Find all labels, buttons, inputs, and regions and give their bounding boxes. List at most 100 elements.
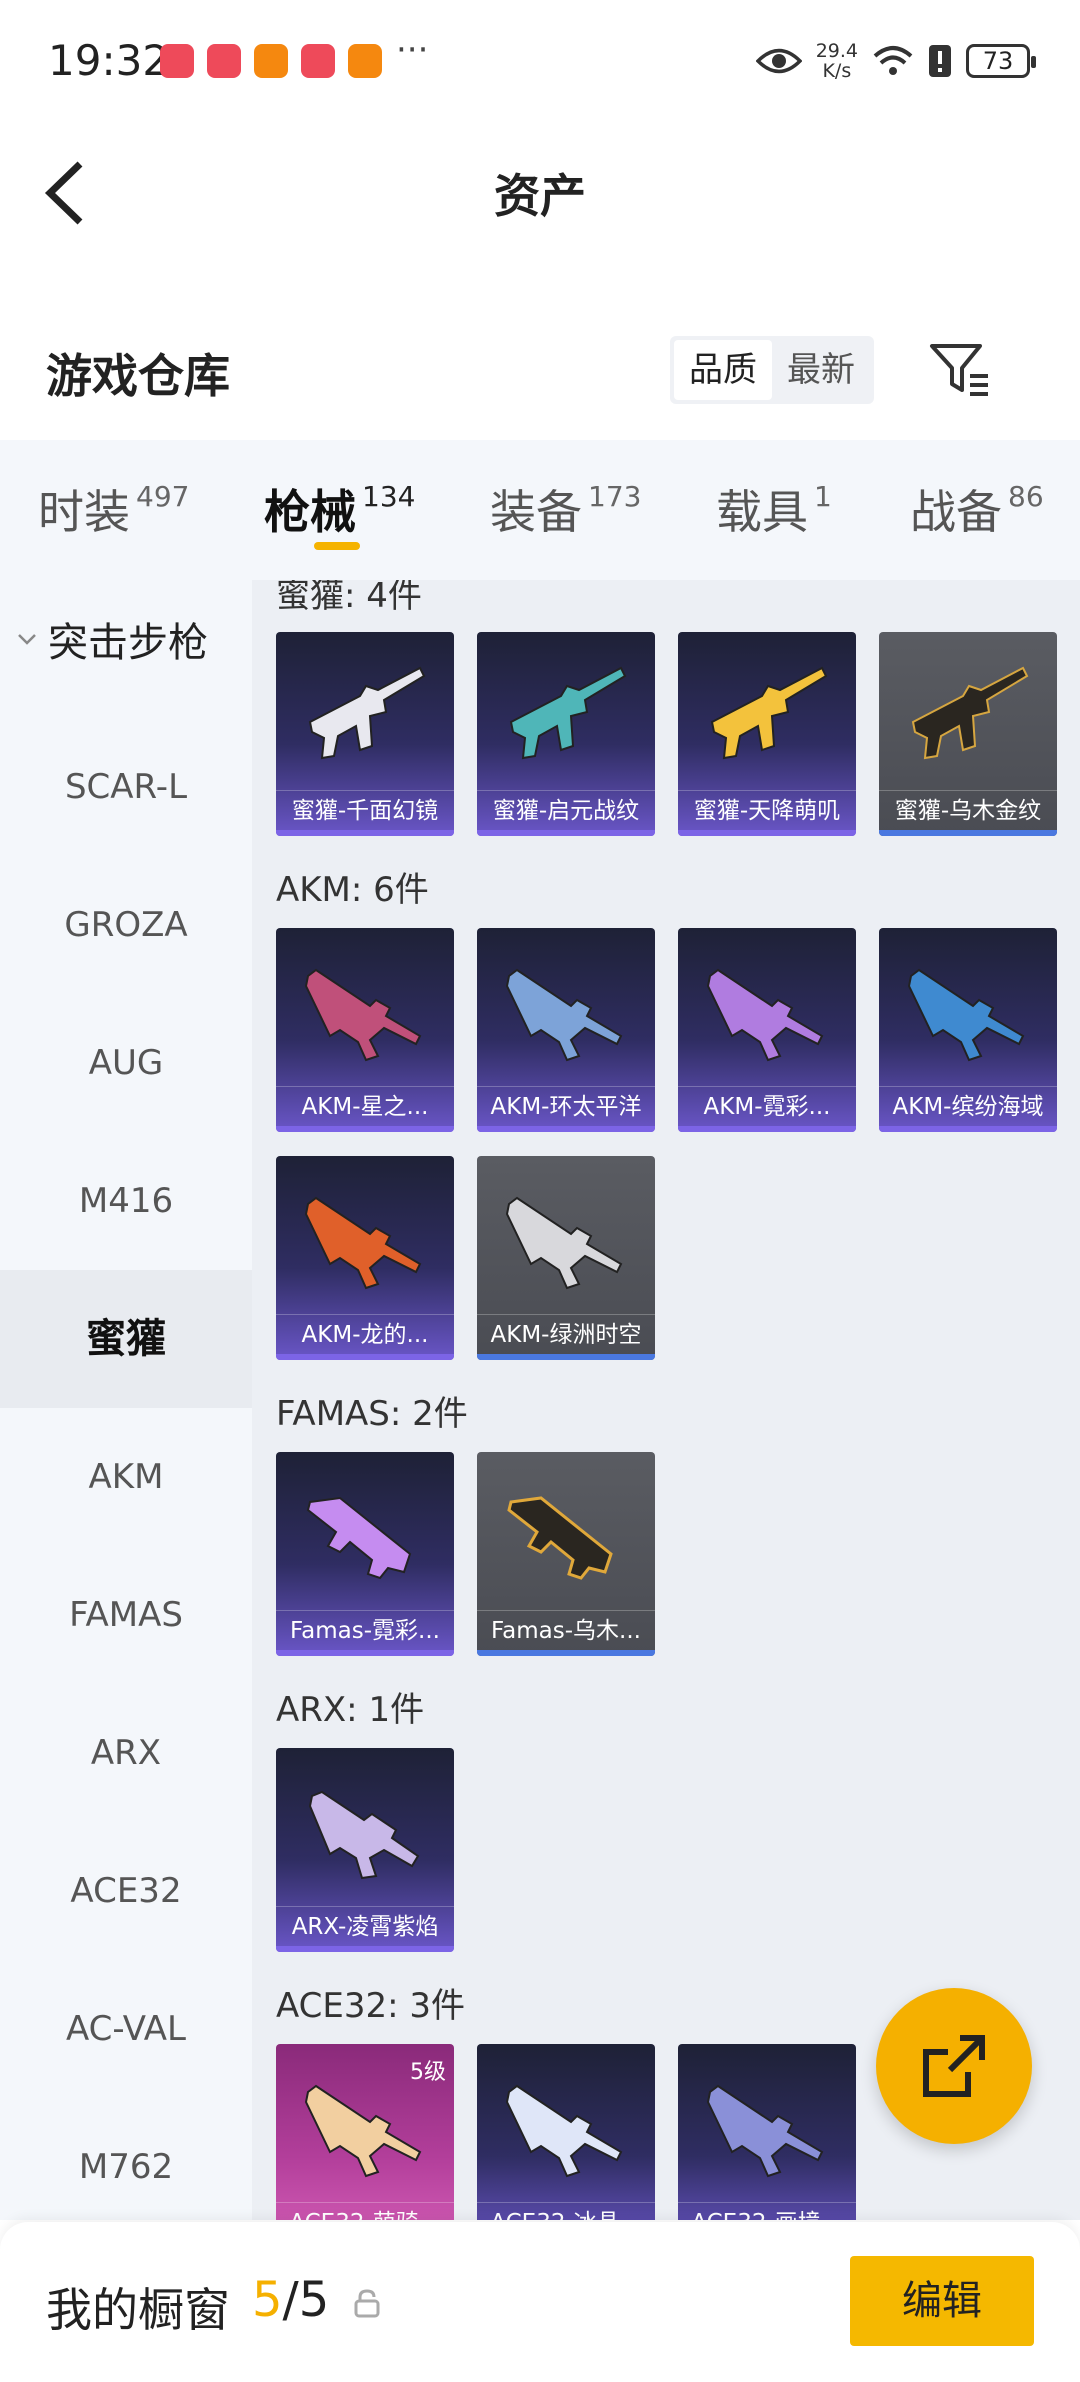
weapon-skin-image xyxy=(706,2084,824,2178)
more-notifications-icon: ··· xyxy=(396,30,429,70)
category-tabs: 时装 497 枪械 134 装备 173 载具 1 战备 86 xyxy=(0,440,1080,580)
skin-name: ARX-凌霄紫焰 xyxy=(276,1906,454,1946)
weapon-skin-image xyxy=(505,1196,623,1290)
rarity-bar xyxy=(477,1650,655,1656)
filter-icon[interactable] xyxy=(928,340,992,400)
weapon-skin-image xyxy=(507,1496,613,1580)
weapon-skin-image xyxy=(306,1496,412,1580)
page-title: 资产 xyxy=(494,169,586,223)
active-tab-indicator xyxy=(314,542,360,550)
rarity-bar xyxy=(678,830,856,836)
skin-name: ACE32-画境... xyxy=(678,2202,856,2220)
weapon-skin-image xyxy=(304,2084,422,2178)
skin-card[interactable]: 5级 ACE32-萌骑... xyxy=(276,2044,454,2220)
skin-name: ACE32-冰晶... xyxy=(477,2202,655,2220)
top-nav: 资产 xyxy=(0,130,1080,260)
tab-firearms[interactable]: 枪械 134 xyxy=(264,476,415,542)
status-bar: 19:32 ··· 29.4 K/s 73 xyxy=(0,0,1080,130)
sidebar-item-famas[interactable]: FAMAS xyxy=(0,1546,252,1684)
sidebar-item-honey-badger[interactable]: 蜜獾 xyxy=(0,1270,252,1408)
group-title: FAMAS: 2件 xyxy=(276,1394,468,1434)
skin-name: AKM-绿洲时空 xyxy=(477,1314,655,1354)
skin-card[interactable]: ARX-凌霄紫焰 xyxy=(276,1748,454,1952)
showcase-bar: 我的橱窗 5/5 编辑 xyxy=(0,2222,1080,2382)
sidebar-item-groza[interactable]: GROZA xyxy=(0,856,252,994)
skin-card[interactable]: 蜜獾-启元战纹 xyxy=(477,632,655,836)
rarity-bar xyxy=(879,1126,1057,1132)
skin-name: AKM-霓彩... xyxy=(678,1086,856,1126)
rarity-bar xyxy=(276,1354,454,1360)
notification-video-icon xyxy=(348,44,382,78)
skin-card[interactable]: Famas-霓彩... xyxy=(276,1452,454,1656)
skin-card[interactable]: AKM-龙的... xyxy=(276,1156,454,1360)
rarity-bar xyxy=(276,830,454,836)
chevron-down-icon xyxy=(18,634,36,645)
tab-vehicles[interactable]: 载具 1 xyxy=(716,476,832,542)
rarity-bar xyxy=(276,1946,454,1952)
skin-card[interactable]: 蜜獾-天降萌叽 xyxy=(678,632,856,836)
skin-card[interactable]: AKM-绿洲时空 xyxy=(477,1156,655,1360)
battery-indicator: 73 xyxy=(966,44,1036,78)
weapon-skin-image xyxy=(308,1790,420,1880)
skin-name: Famas-霓彩... xyxy=(276,1610,454,1650)
rarity-bar xyxy=(678,1126,856,1132)
skin-card[interactable]: ACE32-冰晶... xyxy=(477,2044,655,2220)
weapon-skin-image xyxy=(505,968,623,1062)
tab-equipment[interactable]: 装备 173 xyxy=(490,476,641,542)
sidebar-item-m416[interactable]: M416 xyxy=(0,1132,252,1270)
skin-name: AKM-环太平洋 xyxy=(477,1086,655,1126)
sort-latest-button[interactable]: 最新 xyxy=(772,340,870,400)
sidebar-item-aug[interactable]: AUG xyxy=(0,994,252,1132)
sidebar-item-ace32[interactable]: ACE32 xyxy=(0,1822,252,1960)
showcase-count: 5/5 xyxy=(252,2272,330,2328)
notification-game-icon xyxy=(254,44,288,78)
skin-name: ACE32-萌骑... xyxy=(276,2202,454,2220)
weapon-skin-image xyxy=(706,968,824,1062)
skin-card[interactable]: AKM-缤纷海域 xyxy=(879,928,1057,1132)
skin-name: 蜜獾-乌木金纹 xyxy=(879,790,1057,830)
skin-name: 蜜獾-启元战纹 xyxy=(477,790,655,830)
weapon-sidebar: 突击步枪 SCAR-L GROZA AUG M416 蜜獾 AKM FAMAS … xyxy=(0,580,252,2220)
notification-app-icon xyxy=(160,44,194,78)
weapon-skin-image xyxy=(304,968,422,1062)
skin-card[interactable]: ACE32-画境... xyxy=(678,2044,856,2220)
skin-card[interactable]: 蜜獾-千面幻镜 xyxy=(276,632,454,836)
edit-button[interactable]: 编辑 xyxy=(850,2256,1034,2346)
skin-name: 蜜獾-千面幻镜 xyxy=(276,790,454,830)
sort-toggle: 品质 最新 xyxy=(670,336,874,404)
weapon-skin-image xyxy=(308,666,426,760)
sidebar-item-ac-val[interactable]: AC-VAL xyxy=(0,1960,252,2098)
skin-card[interactable]: AKM-环太平洋 xyxy=(477,928,655,1132)
sort-quality-button[interactable]: 品质 xyxy=(674,340,772,400)
sidebar-category-header[interactable]: 突击步枪 xyxy=(16,610,208,668)
rarity-bar xyxy=(276,1650,454,1656)
showcase-title: 我的橱窗 xyxy=(46,2283,230,2337)
weapon-skin-image xyxy=(911,666,1029,760)
network-speed: 29.4 K/s xyxy=(815,40,858,82)
rarity-bar xyxy=(276,1126,454,1132)
sidebar-item-m762[interactable]: M762 xyxy=(0,2098,252,2236)
alert-icon xyxy=(929,45,951,77)
sidebar-item-akm[interactable]: AKM xyxy=(0,1408,252,1546)
skin-card[interactable]: 蜜獾-乌木金纹 xyxy=(879,632,1057,836)
skin-card[interactable]: AKM-星之... xyxy=(276,928,454,1132)
skin-card[interactable]: AKM-霓彩... xyxy=(678,928,856,1132)
skin-name: AKM-缤纷海域 xyxy=(879,1086,1057,1126)
sidebar-item-arx[interactable]: ARX xyxy=(0,1684,252,1822)
group-title: AKM: 6件 xyxy=(276,870,429,910)
tab-fashion[interactable]: 时装 497 xyxy=(38,476,189,542)
weapon-skin-image xyxy=(509,666,627,760)
skin-name: AKM-龙的... xyxy=(276,1314,454,1354)
sidebar-item-scar-l[interactable]: SCAR-L xyxy=(0,718,252,856)
status-time: 19:32 xyxy=(48,36,170,85)
group-title: ACE32: 3件 xyxy=(276,1986,466,2026)
rarity-bar xyxy=(477,830,655,836)
weapon-skin-image xyxy=(710,666,828,760)
tab-supplies[interactable]: 战备 86 xyxy=(910,476,1044,542)
rarity-bar xyxy=(477,1126,655,1132)
skin-card[interactable]: Famas-乌木... xyxy=(477,1452,655,1656)
skin-name: AKM-星之... xyxy=(276,1086,454,1126)
weapon-skin-image xyxy=(304,1196,422,1290)
share-button[interactable] xyxy=(876,1988,1032,2144)
weapon-skin-image xyxy=(907,968,1025,1062)
